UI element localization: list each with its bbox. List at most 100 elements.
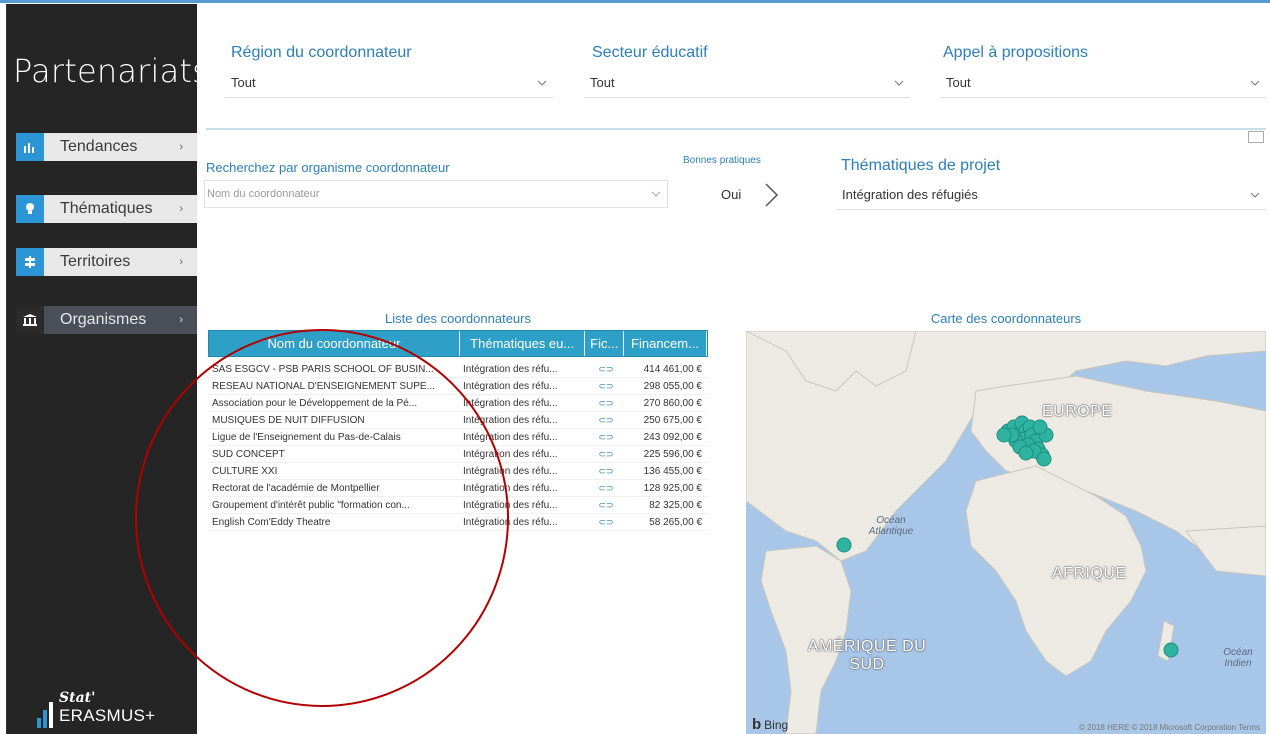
- map-marker[interactable]: [836, 537, 852, 553]
- map-label-indien: Océan Indien: [1223, 647, 1253, 669]
- coordinator-name-cell: CULTURE XXI: [212, 465, 278, 477]
- map-marker[interactable]: [1163, 642, 1179, 658]
- chevron-down-icon: [894, 80, 904, 86]
- column-header[interactable]: Thématiques eu...: [460, 331, 586, 356]
- sidebar-item-tendances[interactable]: Tendances ›: [16, 133, 199, 161]
- map-marker[interactable]: [1036, 451, 1052, 467]
- appel-dropdown[interactable]: Tout: [940, 68, 1266, 98]
- table-row[interactable]: Association pour le Développement de la …: [208, 395, 708, 412]
- theme-cell: Intégration des réfu...: [463, 380, 558, 392]
- thematiques-dropdown[interactable]: Intégration des réfugiés: [836, 180, 1266, 210]
- coordinator-name-cell: SUD CONCEPT: [212, 448, 285, 460]
- lightbulb-icon: [16, 195, 44, 223]
- table-row[interactable]: RESEAU NATIONAL D'ENSEIGNEMENT SUPE... In…: [208, 378, 708, 395]
- table-row[interactable]: Groupement d'intérêt public "formation c…: [208, 497, 708, 514]
- chevron-right-icon: ›: [179, 141, 183, 153]
- coordinator-name-cell: MUSIQUES DE NUIT DIFFUSION: [212, 414, 365, 426]
- amount-cell: 82 325,00 €: [649, 499, 702, 511]
- table-row[interactable]: Ligue de l'Enseignement du Pas-de-Calais…: [208, 429, 708, 446]
- column-header[interactable]: Nom du coordonnateur: [209, 331, 460, 356]
- amount-cell: 225 596,00 €: [643, 448, 702, 460]
- map-label-amerique: AMÉRIQUE DU SUD: [807, 638, 927, 673]
- map-label-atlantique: Océan Atlantique: [868, 515, 914, 537]
- map-marker[interactable]: [996, 427, 1012, 443]
- map-attribution: © 2018 HERE © 2018 Microsoft Corporation…: [1078, 723, 1260, 732]
- link-icon[interactable]: ⊂⊃: [587, 429, 625, 445]
- theme-cell: Intégration des réfu...: [463, 516, 558, 528]
- sidebar: Partenariats Tendances › Thématiques › Ter…: [6, 4, 209, 734]
- coordinator-name-cell: RESEAU NATIONAL D'ENSEIGNEMENT SUPE...: [212, 380, 435, 392]
- amount-cell: 128 925,00 €: [643, 482, 702, 494]
- map-title: Carte des coordonnateurs: [930, 311, 1082, 326]
- sidebar-item-label: Thématiques: [60, 200, 153, 217]
- amount-cell: 243 092,00 €: [643, 431, 702, 443]
- table-row[interactable]: English Com'Eddy Theatre Intégration des …: [208, 514, 708, 531]
- theme-cell: Intégration des réfu...: [463, 448, 558, 460]
- link-icon[interactable]: ⊂⊃: [587, 497, 625, 513]
- table-title: Liste des coordonnateurs: [385, 311, 531, 326]
- coordinator-map[interactable]: EUROPE AFRIQUE AMÉRIQUE DU SUD Océan Atl…: [746, 331, 1266, 734]
- link-icon[interactable]: ⊂⊃: [587, 480, 625, 496]
- chevron-down-icon: [1250, 192, 1260, 198]
- theme-cell: Intégration des réfu...: [463, 397, 558, 409]
- chevron-right-icon[interactable]: [762, 181, 782, 209]
- search-label: Recherchez par organisme coordonnateur: [206, 160, 450, 175]
- chevron-down-icon: [537, 80, 547, 86]
- divider: [206, 128, 1266, 130]
- table-row[interactable]: SUD CONCEPT Intégration des réfu... ⊂⊃ 225 …: [208, 446, 708, 463]
- region-label: Région du coordonnateur: [231, 44, 412, 61]
- sidebar-item-thematiques[interactable]: Thématiques ›: [16, 195, 199, 223]
- signpost-icon: [16, 248, 44, 276]
- map-marker[interactable]: [1032, 419, 1048, 435]
- bar-chart-icon: [16, 133, 44, 161]
- bonnes-pratiques-value[interactable]: Oui: [721, 187, 741, 202]
- link-icon[interactable]: ⊂⊃: [587, 361, 625, 377]
- theme-cell: Intégration des réfu...: [463, 482, 558, 494]
- link-icon[interactable]: ⊂⊃: [587, 446, 625, 462]
- secteur-dropdown[interactable]: Tout: [584, 68, 910, 98]
- coordinator-name-cell: Ligue de l'Enseignement du Pas-de-Calais: [212, 431, 401, 443]
- amount-cell: 414 461,00 €: [643, 363, 702, 375]
- column-header[interactable]: Fic...: [585, 331, 624, 356]
- thematiques-label: Thématiques de projet: [841, 157, 1001, 174]
- theme-cell: Intégration des réfu...: [463, 465, 558, 477]
- table-header: Nom du coordonnateur Thématiques eu... F…: [208, 330, 708, 357]
- theme-cell: Intégration des réfu...: [463, 431, 558, 443]
- sidebar-item-organismes[interactable]: Organismes ›: [16, 306, 199, 334]
- link-icon[interactable]: ⊂⊃: [587, 395, 625, 411]
- app-title: Partenariats: [13, 52, 210, 90]
- column-header[interactable]: Financem...: [624, 331, 707, 356]
- top-border: [0, 0, 1270, 3]
- table-row[interactable]: SAS ESGCV - PSB PARIS SCHOOL OF BUSIN...…: [208, 361, 708, 378]
- table-row[interactable]: Rectorat de l'académie de Montpellier Int…: [208, 480, 708, 497]
- coordinator-name-cell: Groupement d'intérêt public "formation c…: [212, 499, 410, 511]
- chevron-down-icon: [651, 191, 661, 197]
- chevron-right-icon: ›: [179, 314, 183, 326]
- link-icon[interactable]: ⊂⊃: [587, 412, 625, 428]
- search-input[interactable]: Nom du coordonnateur: [204, 180, 668, 208]
- sidebar-item-territoires[interactable]: Territoires ›: [16, 248, 199, 276]
- coordinator-name-cell: English Com'Eddy Theatre: [212, 516, 331, 528]
- table-row[interactable]: CULTURE XXI Intégration des réfu... ⊂⊃ 136 …: [208, 463, 708, 480]
- map-marker[interactable]: [1018, 445, 1034, 461]
- region-dropdown[interactable]: Tout: [225, 68, 553, 98]
- bonnes-pratiques-label: Bonnes pratiques: [683, 155, 761, 166]
- map-label-europe: EUROPE: [1042, 403, 1113, 420]
- table-row[interactable]: MUSIQUES DE NUIT DIFFUSION Intégration de…: [208, 412, 708, 429]
- sidebar-item-label: Tendances: [60, 138, 138, 155]
- link-icon[interactable]: ⊂⊃: [587, 463, 625, 479]
- coordinator-name-cell: SAS ESGCV - PSB PARIS SCHOOL OF BUSIN...: [212, 363, 434, 375]
- bing-logo: b Bing: [752, 716, 789, 733]
- chevron-down-icon: [1250, 80, 1260, 86]
- appel-label: Appel à propositions: [943, 44, 1088, 61]
- link-icon[interactable]: ⊂⊃: [587, 514, 625, 530]
- theme-cell: Intégration des réfu...: [463, 499, 558, 511]
- building-icon: [16, 306, 44, 334]
- secteur-label: Secteur éducatif: [592, 44, 708, 61]
- coordinator-name-cell: Rectorat de l'académie de Montpellier: [212, 482, 380, 494]
- link-icon[interactable]: ⊂⊃: [587, 378, 625, 394]
- focus-mode-icon[interactable]: [1248, 131, 1264, 143]
- chevron-right-icon: ›: [179, 203, 183, 215]
- table-body: SAS ESGCV - PSB PARIS SCHOOL OF BUSIN...…: [208, 361, 708, 531]
- amount-cell: 298 055,00 €: [643, 380, 702, 392]
